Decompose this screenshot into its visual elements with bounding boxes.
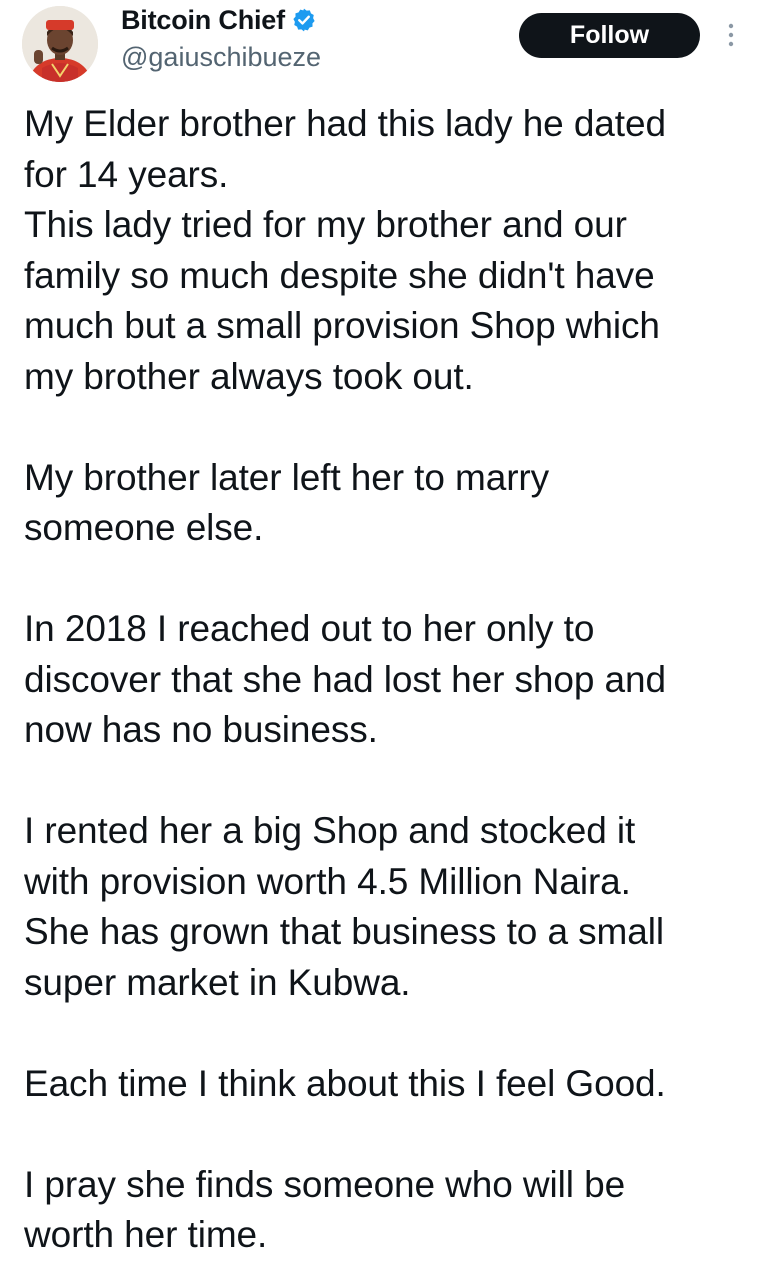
- more-vertical-icon[interactable]: [724, 20, 738, 52]
- tweet-line: for 14 years.: [24, 153, 229, 195]
- display-name[interactable]: Bitcoin Chief: [121, 5, 285, 36]
- tweet-line: with provision worth 4.5 Million Naira.: [24, 860, 631, 902]
- tweet-text: My Elder brother had this lady he dated …: [24, 99, 744, 1261]
- avatar[interactable]: [22, 6, 98, 82]
- author-handle[interactable]: @gaiuschibueze: [121, 42, 321, 73]
- tweet-line: My Elder brother had this lady he dated: [24, 103, 666, 144]
- tweet-paragraph: My Elder brother had this lady he dated …: [24, 99, 744, 402]
- tweet-paragraph: Each time I think about this I feel Good…: [24, 1059, 744, 1110]
- tweet-line: In 2018 I reached out to her only to: [24, 608, 595, 649]
- tweet-line: I rented her a big Shop and stocked it: [24, 810, 636, 851]
- tweet-line: much but a small provision Shop which: [24, 305, 660, 346]
- profile-photo-icon: [22, 6, 98, 82]
- tweet-header: Bitcoin Chief @gaiuschibueze Follow: [0, 0, 768, 90]
- tweet-line: Each time I think about this I feel Good…: [24, 1062, 666, 1104]
- verified-badge-icon: [291, 7, 317, 33]
- tweet-line: This lady tried for my brother and our: [24, 204, 627, 245]
- tweet-line: discover that she had lost her shop and: [24, 658, 666, 700]
- tweet-paragraph: I rented her a big Shop and stocked it w…: [24, 806, 744, 1008]
- tweet-line: She has grown that business to a small: [24, 911, 664, 952]
- tweet-paragraph: In 2018 I reached out to her only to dis…: [24, 604, 744, 756]
- tweet-line: family so much despite she didn't have: [24, 254, 655, 296]
- tweet-line: I pray she finds someone who will be: [24, 1163, 626, 1205]
- follow-button[interactable]: Follow: [519, 13, 700, 58]
- tweet-line: super market in Kubwa.: [24, 961, 411, 1003]
- tweet-line: now has no business.: [24, 709, 378, 750]
- tweet-line: worth her time.: [24, 1214, 268, 1255]
- tweet-line: My brother later left her to marry: [24, 456, 550, 498]
- tweet-line: my brother always took out.: [24, 355, 474, 397]
- author-name-row[interactable]: Bitcoin Chief: [121, 2, 317, 38]
- tweet-line: someone else.: [24, 507, 264, 548]
- tweet-paragraph: My brother later left her to marry someo…: [24, 453, 744, 554]
- tweet-paragraph: I pray she finds someone who will be wor…: [24, 1160, 744, 1261]
